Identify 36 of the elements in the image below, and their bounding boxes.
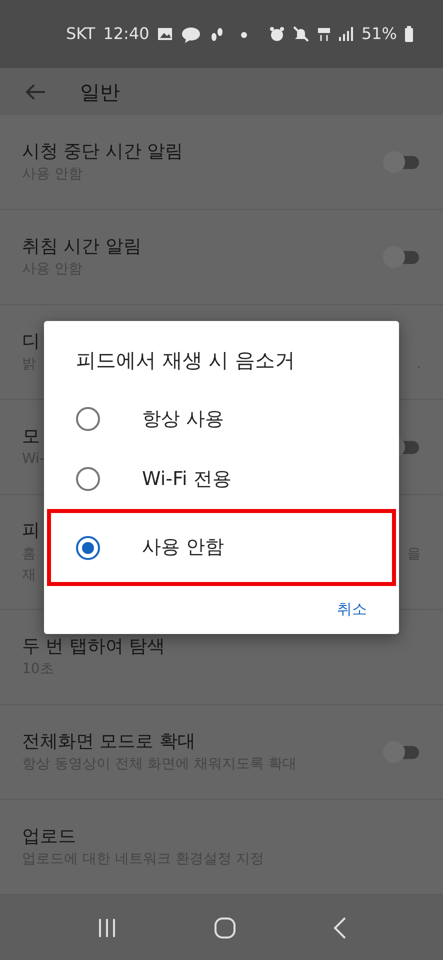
alarm-icon (269, 26, 286, 42)
footprints-icon (209, 26, 226, 44)
battery-level: 51% (361, 23, 397, 45)
carrier-label: SKT (66, 23, 96, 45)
toggle-switch[interactable] (383, 246, 421, 268)
setting-title: 디 (22, 330, 40, 354)
battery-icon (405, 26, 413, 42)
setting-title: 피 (22, 519, 40, 544)
back-arrow-icon (24, 83, 46, 102)
signal-icon (339, 26, 354, 42)
setting-title: 취침 시간 알림 (22, 234, 142, 259)
dot-icon (241, 32, 248, 38)
home-icon (214, 917, 236, 940)
status-time: 12:40 (103, 23, 150, 45)
toggle-switch[interactable] (383, 151, 421, 173)
radio-option[interactable]: Wi-Fi 전용 (44, 449, 399, 509)
setting-title: 전체화면 모드로 확대 (22, 730, 196, 754)
recent-apps-icon (96, 918, 116, 938)
toggle-switch[interactable] (383, 741, 421, 763)
radio-option[interactable]: 항상 사용 (44, 389, 399, 449)
back-nav-button[interactable] (332, 916, 346, 940)
setting-title: 두 번 탭하여 탐색 (22, 634, 166, 659)
radio-option[interactable]: 사용 안함 (47, 509, 396, 586)
setting-description: . (416, 355, 421, 374)
back-chevron-icon (332, 917, 346, 940)
home-button[interactable] (214, 916, 236, 940)
dialog-title: 피드에서 재생 시 음소거 (75, 347, 296, 374)
image-icon (157, 26, 174, 42)
cancel-button[interactable]: 취소 (329, 594, 375, 624)
setting-title: 모 (22, 424, 40, 449)
setting-title: 시청 중단 시간 알림 (22, 140, 184, 164)
lte-icon (317, 26, 332, 42)
chat-bubble-icon (181, 26, 202, 43)
setting-title: 업로드 (22, 824, 76, 849)
mute-icon (293, 26, 310, 42)
screen-title: 일반 (80, 78, 120, 106)
